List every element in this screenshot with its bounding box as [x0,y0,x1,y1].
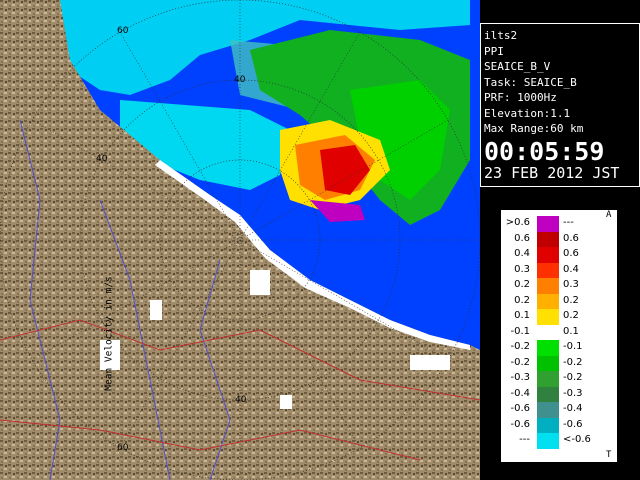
product-name: SEAICE_B_V [484,60,551,73]
legend-row-upper-label: 0.4 [563,263,579,275]
legend-row: 0.6 0.6 [501,231,601,247]
radar-image [0,0,480,480]
legend-row-upper-label: --- [563,217,574,228]
legend-color-swatch [537,433,559,449]
legend-color-swatch [537,216,559,232]
legend-color-swatch [537,278,559,294]
legend-row: -0.3 -0.2 [501,371,601,387]
legend-color-swatch [537,340,559,356]
legend-color-swatch [537,417,559,433]
legend-row: -0.2 -0.2 [501,355,601,371]
legend-row-upper-label: 0.6 [563,232,579,244]
scan-date: 23 FEB 2012 JST [484,163,620,182]
legend-row-upper-label: -0.4 [563,403,583,414]
legend-row-lower-label: -0.6 [510,418,530,430]
range-label-40-north: 40 [234,75,246,85]
legend-row-lower-label: 0.2 [514,279,530,290]
legend-color-swatch [537,231,559,247]
legend-title-text: Mean Velocity in m/s [103,276,115,391]
legend-bottom-marker: T [606,450,612,460]
legend-row: -0.6 -0.4 [501,402,601,418]
legend-row-lower-label: --- [519,434,530,445]
elevation-value: Elevation:1.1 [484,106,571,120]
prf-value: PRF: 1000Hz [484,91,557,104]
legend-row: >0.6 --- [501,216,601,232]
max-range-value: Max Range:60 km [484,122,584,135]
legend-row-lower-label: 0.6 [514,232,530,244]
legend-row-lower-label: -0.4 [510,387,530,399]
legend-row-upper-label: -0.6 [563,418,583,430]
scan-type: PPI [484,44,504,58]
legend-row-upper-label: -0.3 [563,387,583,399]
land-echo [280,395,292,409]
legend-row: 0.1 0.2 [501,309,601,325]
range-label-60-north: 60 [117,26,129,36]
legend-color-swatch [537,309,559,325]
legend-row-upper-label: -0.2 [563,356,583,368]
legend-row-upper-label: -0.1 [563,341,583,352]
legend-row-lower-label: 0.4 [514,248,530,259]
legend-row-upper-label: -0.2 [563,372,583,383]
scan-info-panel: ilts2 PPI SEAICE_B_V Task: SEAICE_B PRF:… [480,23,640,187]
legend-top-marker: A [606,210,612,220]
legend-row-lower-label: -0.6 [510,403,530,414]
legend-row: 0.2 0.2 [501,293,601,309]
range-label-60-south: 60 [117,443,129,453]
legend-row: -0.2 -0.1 [501,340,601,356]
legend-color-swatch [537,324,559,340]
station-name: ilts2 [484,29,518,42]
legend-row-lower-label: 0.1 [514,310,530,321]
legend-row-lower-label: -0.1 [510,325,530,337]
legend-row-upper-label: 0.2 [563,310,579,321]
scan-time: 00:05:59 [484,136,605,166]
velocity-legend: >0.6 --- 0.6 0.6 0.4 0.6 0.3 0.4 0.2 0.3 0.2 0.2 0.1… [500,209,618,463]
legend-row: -0.4 -0.3 [501,386,601,402]
land-echo [150,300,162,320]
legend-row: -0.6 -0.6 [501,417,601,433]
legend-row-lower-label: 0.2 [514,294,530,306]
legend-row: --- <-0.6 [501,433,601,449]
legend-color-swatch [537,262,559,278]
radar-ppi-display[interactable]: 60 40 40 40 60 [0,0,480,480]
legend-row-lower-label: >0.6 [505,217,530,228]
legend-color-swatch [537,247,559,263]
legend-row-upper-label: 0.1 [563,325,579,337]
land-echo [410,355,450,370]
legend-color-swatch [537,355,559,371]
legend-title: Mean Velocity in m/s [100,210,118,464]
legend-row: 0.4 0.6 [501,247,601,263]
legend-color-swatch [537,293,559,309]
legend-row-upper-label: 0.6 [563,248,579,259]
legend-row-upper-label: 0.3 [563,279,579,290]
legend-row: 0.2 0.3 [501,278,601,294]
range-label-40-south: 40 [235,395,247,405]
legend-color-swatch [537,371,559,387]
legend-row-lower-label: -0.2 [510,341,530,352]
range-label-40-west: 40 [96,154,108,164]
legend-row-lower-label: -0.2 [510,356,530,368]
legend-row-upper-label: 0.2 [563,294,579,306]
legend-color-swatch [537,386,559,402]
legend-row: -0.1 0.1 [501,324,601,340]
legend-row-upper-label: <-0.6 [563,434,591,445]
legend-row-lower-label: 0.3 [514,263,530,275]
land-echo [250,270,270,295]
legend-row: 0.3 0.4 [501,262,601,278]
task-name: Task: SEAICE_B [484,75,577,89]
legend-row-lower-label: -0.3 [510,372,530,383]
legend-color-swatch [537,402,559,418]
